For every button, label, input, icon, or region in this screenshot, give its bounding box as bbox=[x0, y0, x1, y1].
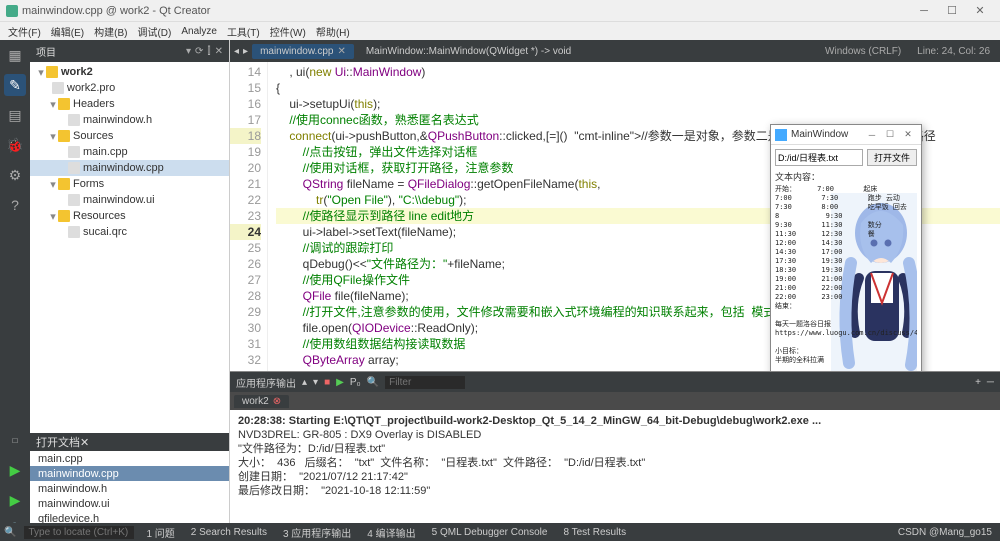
file-text: 开始： 7:00 起床 7:00 7:30 跑步 云动 7:30 8:00 吃早… bbox=[775, 185, 917, 365]
tree-file[interactable]: main.cpp bbox=[30, 144, 229, 160]
app-icon bbox=[6, 5, 18, 17]
side-panel: 项目 ▾ ⟳ ⫿ ✕ ▾work2 work2.pro ▾Headers mai… bbox=[30, 40, 230, 541]
open-file-button[interactable]: 打开文件 bbox=[867, 149, 917, 166]
maximize-icon[interactable]: ☐ bbox=[938, 4, 966, 17]
app-titlebar[interactable]: MainWindow ─ ☐ ✕ bbox=[771, 125, 921, 145]
output-title: 应用程序输出 bbox=[236, 375, 296, 390]
maximize-icon[interactable]: ☐ bbox=[881, 129, 899, 140]
run-button[interactable]: ▶ bbox=[4, 459, 26, 481]
filter-icon[interactable]: 🔍 bbox=[367, 377, 379, 388]
list-item[interactable]: main.cpp bbox=[30, 451, 229, 466]
add-icon[interactable]: + bbox=[975, 377, 981, 388]
prev-icon[interactable]: ▴ bbox=[302, 377, 307, 388]
tree-pro[interactable]: work2.pro bbox=[30, 80, 229, 96]
filter-input[interactable] bbox=[385, 376, 465, 389]
app-icon bbox=[775, 129, 787, 141]
tree-root[interactable]: ▾work2 bbox=[30, 64, 229, 80]
watermark: CSDN @Mang_go15 bbox=[894, 527, 996, 538]
center: ◂ ▸ mainwindow.cpp✕ MainWindow::MainWind… bbox=[230, 40, 1000, 541]
minimize-icon[interactable]: ─ bbox=[863, 130, 881, 140]
tree-file[interactable]: sucai.qrc bbox=[30, 224, 229, 240]
open-docs-header: 打开文档 ✕ bbox=[30, 433, 229, 451]
running-app-window[interactable]: MainWindow ─ ☐ ✕ 打开文件 文本内容： 开始： 7:00 起床 … bbox=[770, 124, 922, 371]
menu-tools[interactable]: 工具(T) bbox=[223, 24, 264, 39]
mode-debug[interactable]: 🐞 bbox=[4, 134, 26, 156]
locate-icon[interactable]: 🔍 bbox=[4, 527, 16, 538]
open-docs-label: 打开文档 bbox=[36, 434, 80, 450]
tree-file-current[interactable]: mainwindow.cpp bbox=[30, 160, 229, 176]
path-input[interactable] bbox=[775, 149, 863, 166]
status-issues[interactable]: 1 问题 bbox=[142, 525, 178, 540]
tab-file[interactable]: mainwindow.cpp✕ bbox=[252, 44, 354, 59]
output-pane: 应用程序输出 ▴ ▾ ■ ▶ P₀ 🔍 + ─ work2⊗ 20:28:38:… bbox=[230, 371, 1000, 541]
list-item[interactable]: mainwindow.cpp bbox=[30, 466, 229, 481]
mode-edit[interactable]: ✎ bbox=[4, 74, 26, 96]
filter-icon[interactable]: ▾ bbox=[186, 46, 191, 57]
tree-sources[interactable]: ▾Sources bbox=[30, 128, 229, 144]
menu-debug[interactable]: 调试(D) bbox=[133, 24, 175, 39]
minimize-icon[interactable]: ─ bbox=[910, 5, 938, 17]
output-tabbar: work2⊗ bbox=[230, 392, 1000, 410]
rerun-icon[interactable]: ▶ bbox=[336, 377, 344, 388]
tree-resources[interactable]: ▾Resources bbox=[30, 208, 229, 224]
output-toolbar: 应用程序输出 ▴ ▾ ■ ▶ P₀ 🔍 + ─ bbox=[230, 372, 1000, 392]
close-doc-icon[interactable]: ✕ bbox=[80, 436, 89, 449]
editor-tabbar: ◂ ▸ mainwindow.cpp✕ MainWindow::MainWind… bbox=[230, 40, 1000, 62]
locate-input[interactable] bbox=[24, 526, 134, 539]
menu-analyze[interactable]: Analyze bbox=[177, 26, 221, 37]
close-icon[interactable]: ✕ bbox=[337, 46, 345, 57]
status-compile[interactable]: 4 编译输出 bbox=[363, 525, 419, 540]
debug-run-button[interactable]: ▶ bbox=[4, 489, 26, 511]
tree-file[interactable]: mainwindow.ui bbox=[30, 192, 229, 208]
mode-projects[interactable]: ⚙ bbox=[4, 164, 26, 186]
window-title: mainwindow.cpp @ work2 - Qt Creator bbox=[22, 5, 910, 17]
project-tree[interactable]: ▾work2 work2.pro ▾Headers mainwindow.h ▾… bbox=[30, 62, 229, 433]
mode-help[interactable]: ? bbox=[4, 194, 26, 216]
line-gutter: 1415161718192021222324252627282930313233… bbox=[230, 62, 268, 371]
output-tab[interactable]: work2⊗ bbox=[234, 395, 289, 408]
app-title: MainWindow bbox=[791, 129, 863, 140]
menu-help[interactable]: 帮助(H) bbox=[312, 24, 354, 39]
status-qml[interactable]: 5 QML Debugger Console bbox=[428, 527, 552, 538]
kit-selector[interactable]: □ bbox=[4, 429, 26, 451]
close-panel-icon[interactable]: ✕ bbox=[215, 46, 223, 57]
menu-window[interactable]: 控件(W) bbox=[266, 24, 310, 39]
side-header-label: 项目 bbox=[36, 44, 56, 59]
status-appout[interactable]: 3 应用程序输出 bbox=[279, 525, 355, 540]
mode-design[interactable]: ▤ bbox=[4, 104, 26, 126]
split-icon[interactable]: ⫿ bbox=[207, 46, 210, 57]
side-header: 项目 ▾ ⟳ ⫿ ✕ bbox=[30, 40, 229, 62]
content-label: 文本内容： bbox=[775, 170, 917, 183]
menu-build[interactable]: 构建(B) bbox=[90, 24, 131, 39]
list-item[interactable]: mainwindow.ui bbox=[30, 496, 229, 511]
minimize-pane-icon[interactable]: ─ bbox=[987, 377, 994, 388]
tab-symbol[interactable]: MainWindow::MainWindow(QWidget *) -> voi… bbox=[358, 44, 579, 59]
sync-icon[interactable]: ⟳ bbox=[195, 46, 203, 57]
attach-icon[interactable]: P₀ bbox=[350, 377, 361, 388]
nav-fwd-icon[interactable]: ▸ bbox=[243, 46, 248, 57]
titlebar: mainwindow.cpp @ work2 - Qt Creator ─ ☐ … bbox=[0, 0, 1000, 22]
close-icon[interactable]: ✕ bbox=[899, 129, 917, 140]
status-search[interactable]: 2 Search Results bbox=[187, 527, 271, 538]
close-icon[interactable]: ✕ bbox=[966, 4, 994, 17]
nav-back-icon[interactable]: ◂ bbox=[234, 46, 239, 57]
tree-headers[interactable]: ▾Headers bbox=[30, 96, 229, 112]
tree-forms[interactable]: ▾Forms bbox=[30, 176, 229, 192]
mode-welcome[interactable]: ▦ bbox=[4, 44, 26, 66]
stop-icon[interactable]: ■ bbox=[324, 377, 330, 388]
menu-edit[interactable]: 编辑(E) bbox=[47, 24, 88, 39]
close-icon[interactable]: ⊗ bbox=[273, 396, 281, 407]
statusbar: 🔍 1 问题 2 Search Results 3 应用程序输出 4 编译输出 … bbox=[0, 523, 1000, 541]
next-icon[interactable]: ▾ bbox=[313, 377, 318, 388]
code-editor[interactable]: 1415161718192021222324252627282930313233… bbox=[230, 62, 1000, 371]
mode-bar: ▦ ✎ ▤ 🐞 ⚙ ? □ ▶ ▶ 🔨 bbox=[0, 40, 30, 541]
list-item[interactable]: mainwindow.h bbox=[30, 481, 229, 496]
encoding-label[interactable]: Windows (CRLF) bbox=[819, 46, 907, 57]
tree-file[interactable]: mainwindow.h bbox=[30, 112, 229, 128]
cursor-pos[interactable]: Line: 24, Col: 26 bbox=[911, 46, 996, 57]
menubar: 文件(F) 编辑(E) 构建(B) 调试(D) Analyze 工具(T) 控件… bbox=[0, 22, 1000, 40]
output-text[interactable]: 20:28:38: Starting E:\QT\QT_project\buil… bbox=[230, 410, 1000, 541]
status-tests[interactable]: 8 Test Results bbox=[559, 527, 630, 538]
menu-file[interactable]: 文件(F) bbox=[4, 24, 45, 39]
